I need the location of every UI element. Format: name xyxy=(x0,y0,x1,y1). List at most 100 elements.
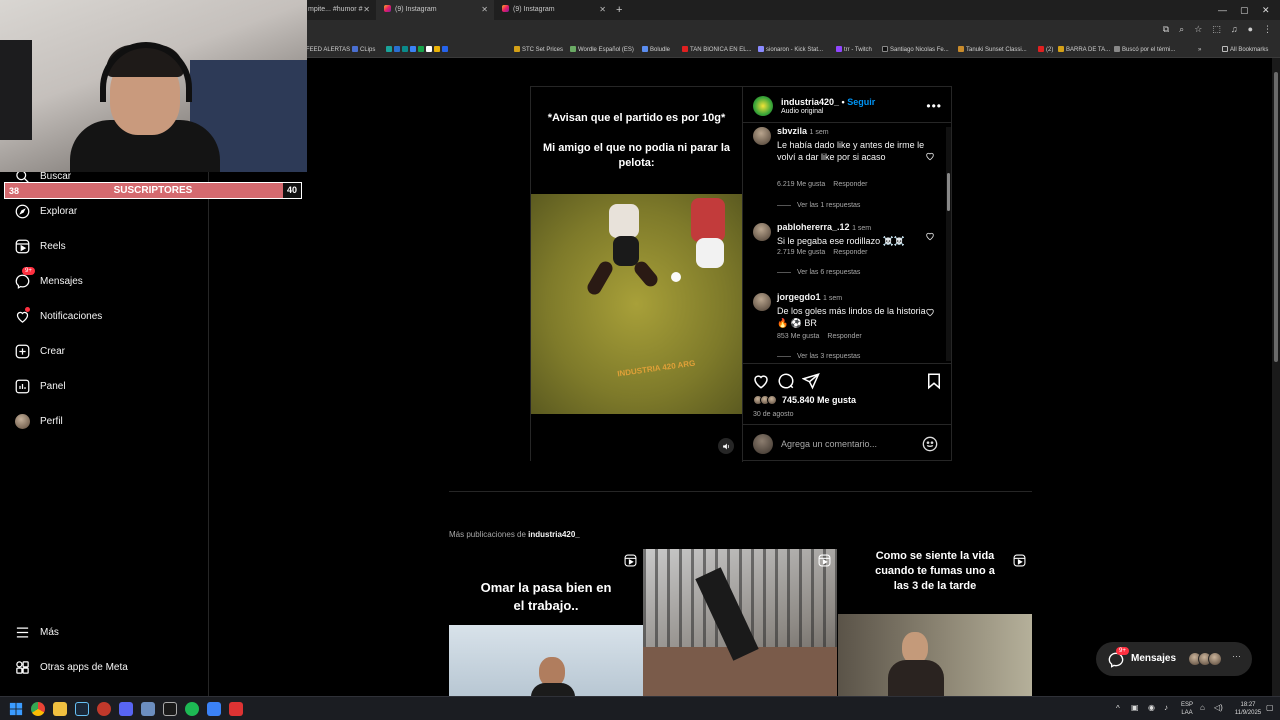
more-posts-account[interactable]: industria420_ xyxy=(528,530,580,539)
view-replies-button[interactable]: Ver las 1 respuestas xyxy=(777,202,860,209)
volume-icon[interactable]: ◁) xyxy=(1214,704,1223,712)
discord-icon[interactable] xyxy=(119,702,133,716)
browser-tab-1[interactable]: mpite... #humor # ✕ xyxy=(300,0,376,20)
profile-icon[interactable]: ● xyxy=(1248,24,1253,35)
sidebar-item-explorar[interactable]: Explorar xyxy=(14,200,77,222)
extensions-icon[interactable]: ⬚ xyxy=(1212,24,1221,35)
spotify-icon[interactable] xyxy=(185,702,199,716)
app-icon[interactable] xyxy=(207,702,221,716)
network-icon[interactable]: ⌂ xyxy=(1200,704,1205,712)
windows-start-icon[interactable] xyxy=(9,702,23,716)
cast-icon[interactable]: ⧉ xyxy=(1163,24,1169,35)
page-scroll-thumb[interactable] xyxy=(1274,72,1278,362)
save-icon[interactable] xyxy=(925,372,943,390)
bookmark-item[interactable]: CLips xyxy=(352,42,375,58)
media-icon[interactable]: ♫ xyxy=(1231,24,1238,35)
comment-likes[interactable]: 2.719 Me gusta xyxy=(777,249,825,256)
mute-button[interactable] xyxy=(718,438,734,454)
sidebar-item-perfil[interactable]: Perfil xyxy=(14,410,63,432)
comment-input[interactable] xyxy=(781,437,921,451)
bookmark-item[interactable]: TAN BIONICA EN EL... xyxy=(682,42,752,58)
post-media[interactable]: *Avisan que el partido es por 10g* Mi am… xyxy=(531,87,742,462)
bookmark-item[interactable]: (2) xyxy=(1038,42,1053,58)
share-icon[interactable] xyxy=(802,372,820,390)
comments-scroll-thumb[interactable] xyxy=(947,173,950,211)
close-tab-icon[interactable]: ✕ xyxy=(363,0,370,20)
account-avatar[interactable] xyxy=(753,96,773,116)
tray-app-icon[interactable]: ▣ xyxy=(1131,704,1139,712)
view-replies-button[interactable]: Ver las 6 respuestas xyxy=(777,269,860,276)
comment-username[interactable]: jorgegdo1 xyxy=(777,292,821,302)
microphone-icon[interactable]: ♪ xyxy=(1164,704,1168,712)
view-replies-button[interactable]: Ver las 3 respuestas xyxy=(777,353,860,360)
account-name[interactable]: industria420_ xyxy=(781,97,839,107)
notifications-icon[interactable]: ▢ xyxy=(1266,704,1274,712)
bookmark-item[interactable]: Wordle Español (ES) xyxy=(570,42,634,58)
likes-row[interactable]: 745.840 Me gusta xyxy=(753,395,856,405)
minimize-button[interactable]: — xyxy=(1218,0,1227,20)
follow-button[interactable]: Seguir xyxy=(847,97,875,107)
all-bookmarks-button[interactable]: All Bookmarks xyxy=(1222,42,1268,58)
close-tab-icon[interactable]: ✕ xyxy=(599,0,606,20)
bookmark-item[interactable]: Santiago Nicolas Fe... xyxy=(882,42,949,58)
like-icon[interactable] xyxy=(752,372,770,390)
sidebar-item-meta-apps[interactable]: Otras apps de Meta xyxy=(14,656,128,678)
steam-icon[interactable] xyxy=(75,702,89,716)
comment-username[interactable]: pablohererra_.12 xyxy=(777,222,850,232)
bookmark-item[interactable]: Buscó por el térmi... xyxy=(1114,42,1175,58)
tray-expand-icon[interactable]: ^ xyxy=(1116,705,1120,713)
bookmark-item[interactable]: trr - Twitch xyxy=(836,42,872,58)
sidebar-item-mensajes[interactable]: 9+ Mensajes xyxy=(14,267,83,292)
likes-count[interactable]: 745.840 Me gusta xyxy=(782,395,856,405)
like-comment-icon[interactable] xyxy=(925,231,935,241)
emoji-icon[interactable] xyxy=(922,436,938,452)
comments-scrollbar[interactable] xyxy=(946,127,951,361)
bookmark-item[interactable]: BARRA DE TA... xyxy=(1058,42,1110,58)
sidebar-item-mas[interactable]: Más xyxy=(14,621,59,643)
bookmark-item[interactable]: sionaron - Kick Stat... xyxy=(758,42,823,58)
like-comment-icon[interactable] xyxy=(925,307,935,317)
more-post-item[interactable]: Como se siente la vida cuando te fumas u… xyxy=(838,549,1032,696)
video-frame[interactable]: INDUSTRIA 420 ARG xyxy=(531,194,742,414)
browser-menu-icon[interactable]: ⋮ xyxy=(1263,24,1272,35)
app-icon[interactable] xyxy=(229,702,243,716)
reply-button[interactable]: Responder xyxy=(833,249,867,256)
browser-tab-2[interactable]: (9) Instagram ✕ xyxy=(376,0,494,20)
restore-button[interactable]: ▢ xyxy=(1240,0,1249,20)
more-post-item[interactable] xyxy=(643,549,837,696)
comment-likes[interactable]: 6.219 Me gusta xyxy=(777,181,825,188)
sidebar-item-reels[interactable]: Reels xyxy=(14,235,66,257)
sidebar-item-crear[interactable]: Crear xyxy=(14,340,65,362)
bookmark-item[interactable]: Tanuki Sunset Classi... xyxy=(958,42,1027,58)
bookmark-star-icon[interactable]: ☆ xyxy=(1194,24,1202,35)
obs-icon[interactable] xyxy=(163,702,177,716)
app-icon[interactable] xyxy=(97,702,111,716)
browser-tab-3[interactable]: (9) Instagram ✕ xyxy=(494,0,612,20)
comment-username[interactable]: sbvzila xyxy=(777,126,807,136)
reply-button[interactable]: Responder xyxy=(827,333,861,340)
bookmark-item[interactable]: STC Set Prices xyxy=(514,42,563,58)
commenter-avatar[interactable] xyxy=(753,293,771,311)
file-explorer-icon[interactable] xyxy=(53,702,67,716)
sidebar-item-panel[interactable]: Panel xyxy=(14,375,66,397)
close-window-button[interactable]: ✕ xyxy=(1262,0,1270,20)
page-scrollbar[interactable] xyxy=(1272,58,1280,696)
language-indicator[interactable]: ESP LAA xyxy=(1180,701,1194,717)
comment-icon[interactable] xyxy=(777,372,795,390)
audio-label[interactable]: Audio original xyxy=(781,108,823,115)
comment-likes[interactable]: 853 Me gusta xyxy=(777,333,819,340)
bookmark-apps-icons[interactable] xyxy=(386,42,450,58)
tray-app-icon[interactable]: ◉ xyxy=(1148,704,1155,712)
new-tab-button[interactable]: + xyxy=(616,0,622,20)
bookmarks-overflow-icon[interactable]: » xyxy=(1198,42,1201,58)
chrome-icon[interactable] xyxy=(31,702,45,716)
reply-button[interactable]: Responder xyxy=(833,181,867,188)
sidebar-item-notificaciones[interactable]: Notificaciones xyxy=(14,305,102,327)
commenter-avatar[interactable] xyxy=(753,223,771,241)
clock[interactable]: 18:27 11/9/2025 xyxy=(1234,701,1262,717)
bookmark-item[interactable]: Boludle xyxy=(642,42,670,58)
zoom-icon[interactable]: ⌕ xyxy=(1179,24,1184,35)
bookmark-item[interactable]: FEED ALERTAS xyxy=(306,42,350,58)
commenter-avatar[interactable] xyxy=(753,127,771,145)
like-comment-icon[interactable] xyxy=(925,151,935,161)
